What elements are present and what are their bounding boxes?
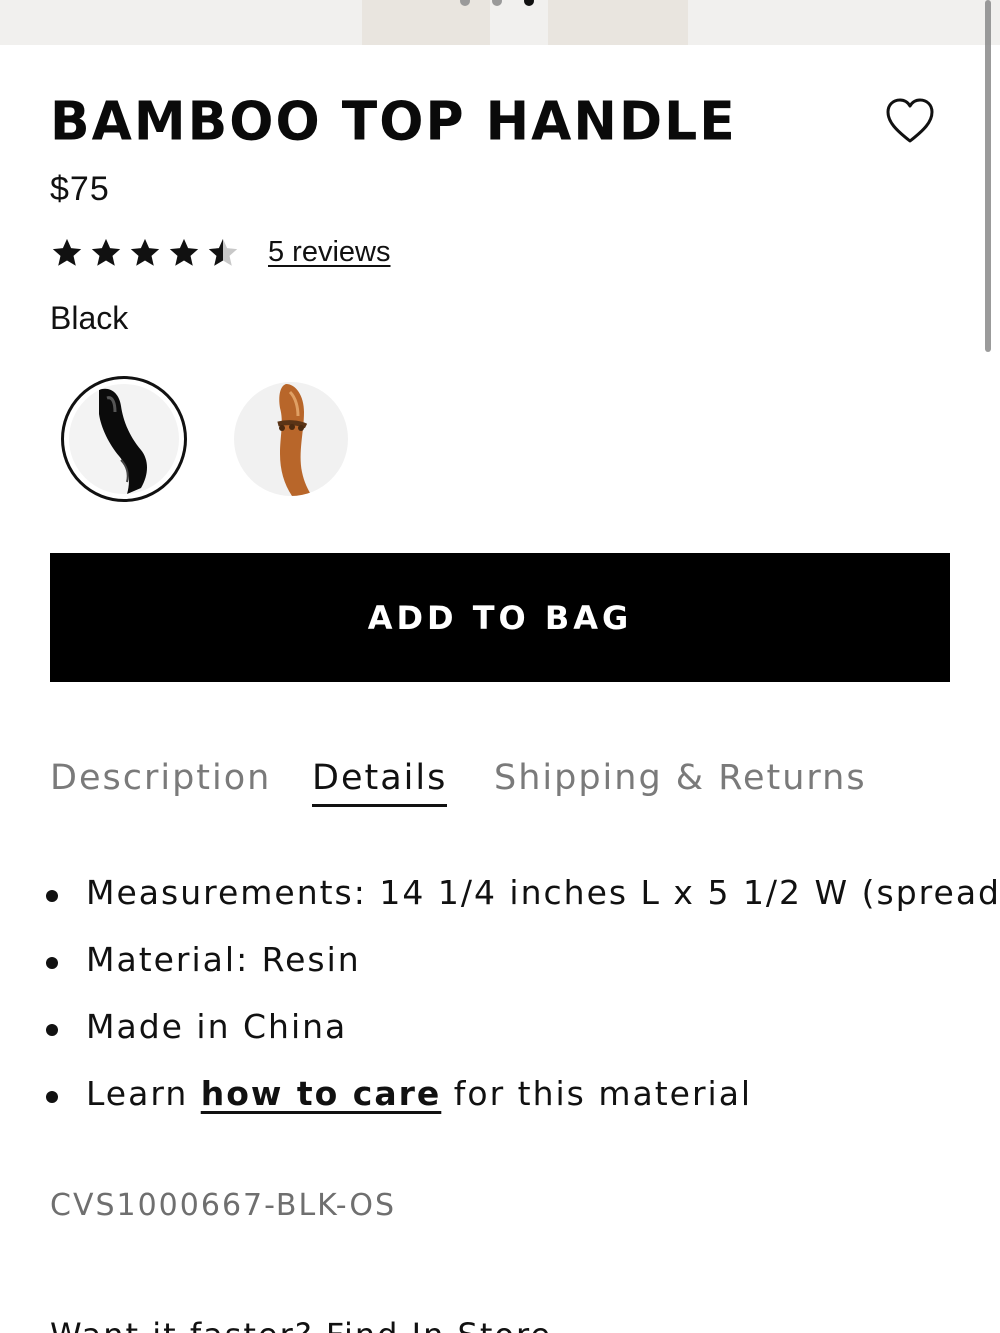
tab-shipping-returns[interactable]: Shipping & Returns bbox=[494, 758, 867, 798]
tab-description[interactable]: Description bbox=[50, 758, 271, 798]
add-to-bag-button[interactable]: ADD TO BAG bbox=[50, 553, 950, 682]
carousel-dot-active[interactable] bbox=[524, 0, 534, 6]
carousel-dots bbox=[460, 0, 534, 8]
carousel-dot[interactable] bbox=[492, 0, 502, 6]
color-swatch-natural[interactable] bbox=[234, 382, 348, 496]
carousel-dot[interactable] bbox=[460, 0, 470, 6]
product-title: BAMBOO TOP HANDLE bbox=[50, 91, 737, 153]
find-in-store-link[interactable]: Want it faster? Find In Store bbox=[50, 1316, 552, 1333]
star-icon bbox=[169, 238, 199, 266]
list-item: Made in China bbox=[40, 1004, 990, 1071]
star-icon bbox=[130, 238, 160, 266]
product-image-partial bbox=[548, 0, 688, 45]
black-resin-swatch-image bbox=[99, 388, 147, 494]
scrollbar[interactable] bbox=[985, 0, 991, 352]
tab-details[interactable]: Details bbox=[312, 758, 448, 807]
star-half-icon bbox=[208, 238, 238, 266]
product-sku: CVS1000667-BLK-OS bbox=[50, 1188, 397, 1223]
care-link[interactable]: how to care bbox=[201, 1074, 442, 1113]
care-prefix: Learn bbox=[86, 1074, 201, 1113]
list-item: Material: Resin bbox=[40, 937, 990, 1004]
product-image-strip[interactable] bbox=[0, 0, 1000, 45]
care-suffix: for this material bbox=[441, 1074, 753, 1113]
selected-color-label: Black bbox=[50, 300, 129, 336]
list-item: Measurements: 14 1/4 inches L x 5 1/2 W … bbox=[40, 870, 1000, 937]
product-price: $75 bbox=[50, 170, 110, 208]
rating-stars[interactable] bbox=[50, 236, 240, 270]
color-swatch-black[interactable] bbox=[61, 376, 187, 502]
star-icon bbox=[91, 238, 121, 266]
reviews-link[interactable]: 5 reviews bbox=[268, 236, 391, 269]
heart-outline-icon[interactable] bbox=[884, 96, 936, 146]
list-item-care: Learn how to care for this material bbox=[40, 1071, 990, 1138]
details-list: Measurements: 14 1/4 inches L x 5 1/2 W … bbox=[40, 870, 1000, 1138]
natural-bamboo-swatch-image bbox=[277, 384, 312, 496]
star-icon bbox=[52, 238, 82, 266]
